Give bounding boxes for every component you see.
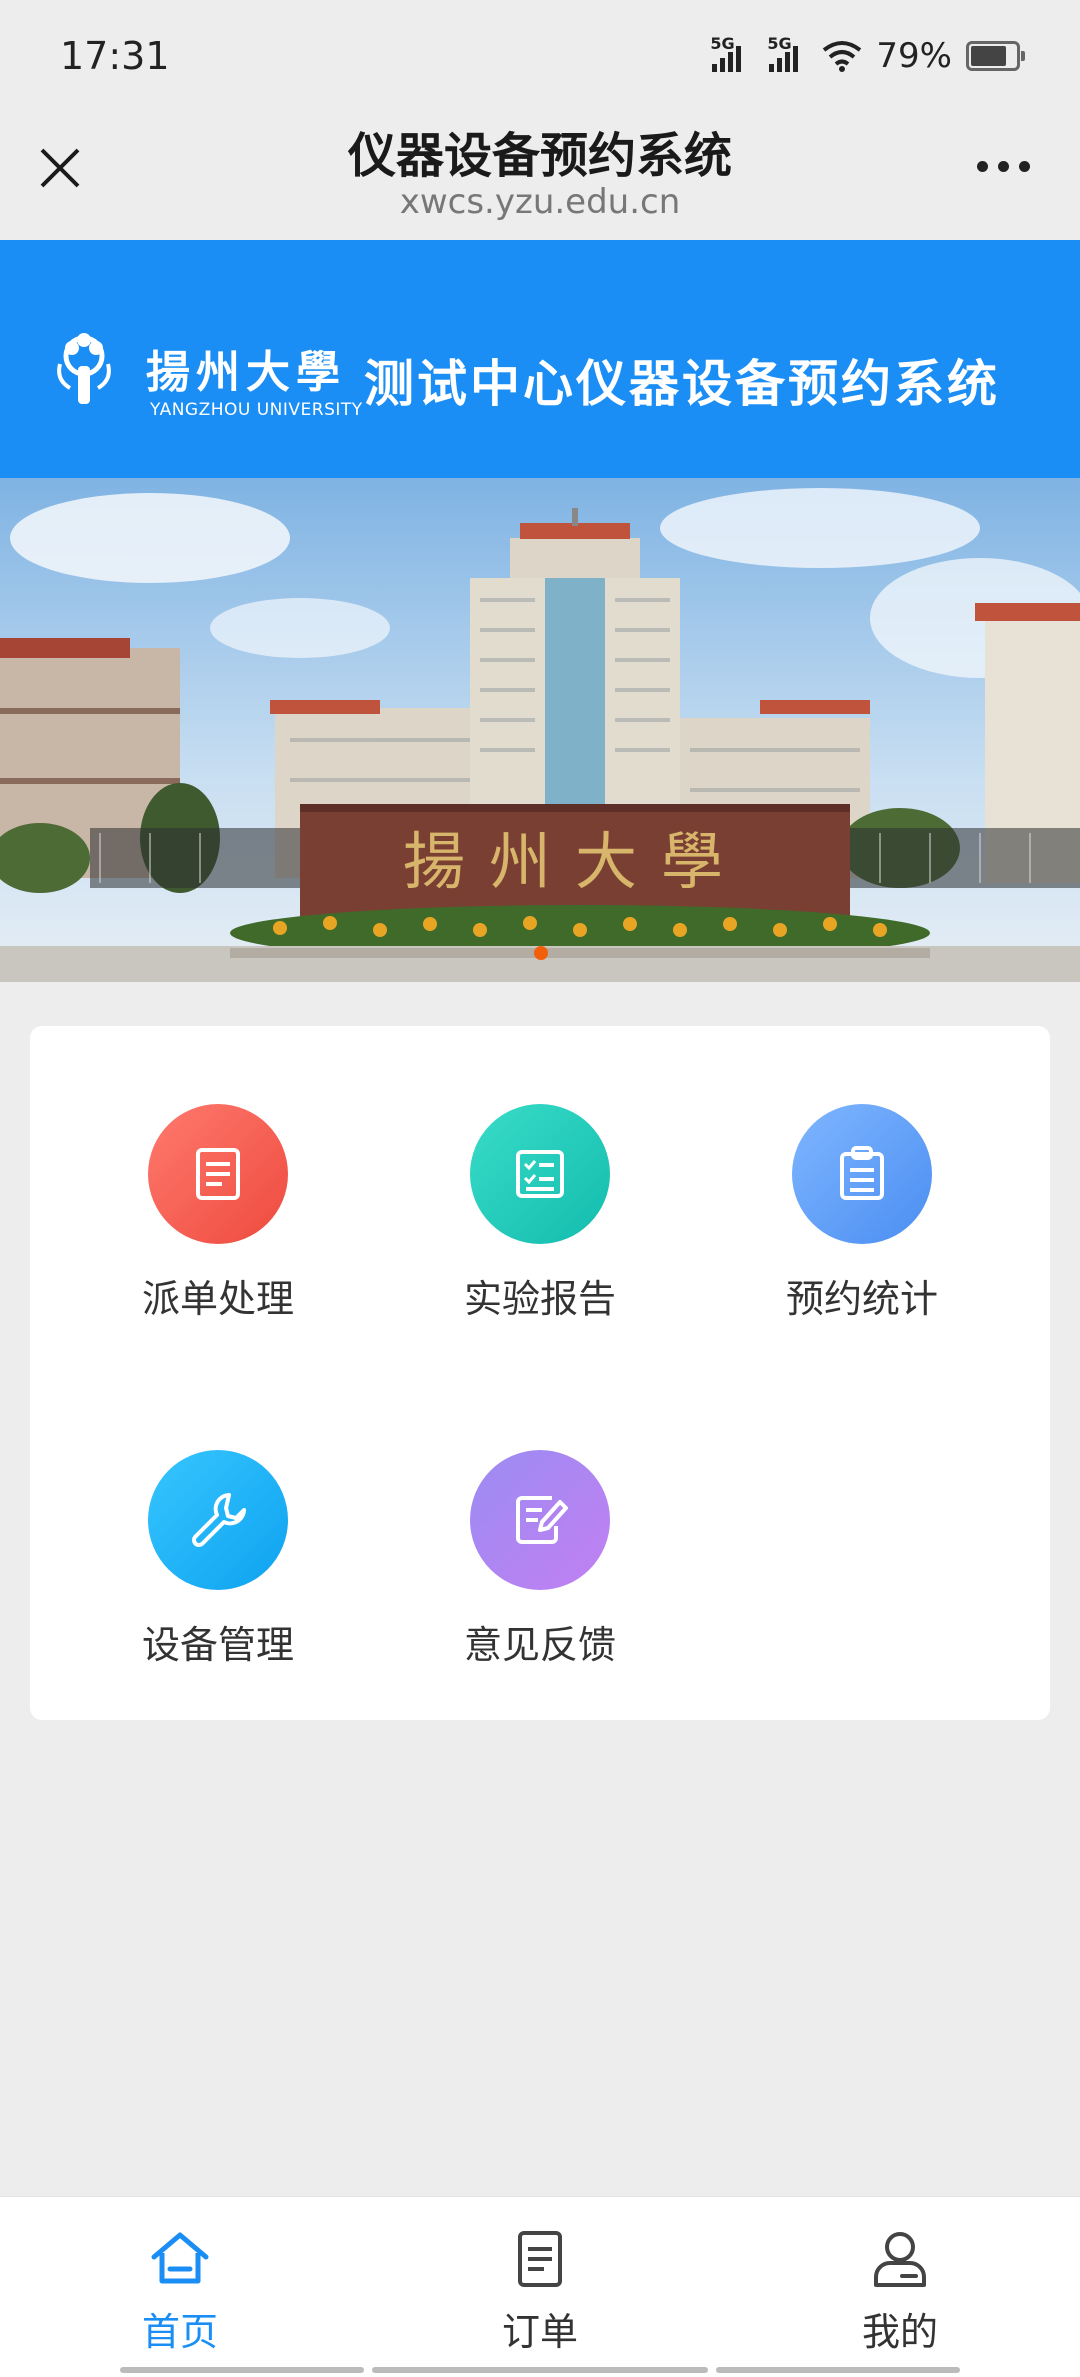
menu-label: 设备管理 [141,1623,294,1667]
menu-label: 预约统计 [785,1277,938,1321]
nav-orders[interactable]: 订单 [440,2227,640,2356]
gesture-bar [716,2367,960,2373]
home-icon [151,2232,209,2284]
university-name-cn: 揚州大學 [146,347,346,398]
menu-item-report[interactable]: 实验报告 [400,1104,680,1364]
status-time: 17:31 [60,34,170,78]
title-bar: 仪器设备预约系统 xwcs.yzu.edu.cn [0,110,1080,240]
menu-label: 意见反馈 [463,1623,616,1667]
menu-label: 实验报告 [463,1277,616,1321]
header-banner: 揚州大學 YANGZHOU UNIVERSITY 测试中心仪器设备预约系统 [0,240,1080,478]
nav-profile[interactable]: 我的 [800,2227,1000,2356]
wifi-icon [823,41,862,72]
checklist-icon [470,1104,610,1244]
university-name-en: YANGZHOU UNIVERSITY [150,400,363,420]
carousel-indicator[interactable] [534,946,548,960]
menu-item-dispatch[interactable]: 派单处理 [78,1104,358,1364]
nav-label: 首页 [141,2310,218,2354]
cell-signal-icon-2: 5G [767,34,799,72]
document-icon [148,1104,288,1244]
order-icon [518,2231,562,2287]
system-name: 测试中心仪器设备预约系统 [364,355,1000,413]
cell-signal-icon: 5G [710,34,742,72]
battery-percent: 79% [876,36,952,76]
status-icons: 5G 5G 79% [710,34,1025,76]
more-options-icon[interactable] [977,146,1030,186]
menu-item-equipment[interactable]: 设备管理 [78,1450,358,1710]
page-url: xwcs.yzu.edu.cn [399,182,681,222]
user-icon [874,2232,926,2287]
wrench-icon [148,1450,288,1590]
nav-label: 我的 [861,2310,938,2354]
nav-label: 订单 [501,2310,578,2354]
nav-home[interactable]: 首页 [80,2227,280,2356]
status-bar: 17:31 5G 5G 79% [0,0,1080,110]
university-logo [57,333,111,404]
menu-item-feedback[interactable]: 意见反馈 [400,1450,680,1710]
gesture-bar [372,2367,708,2373]
menu-item-statistics[interactable]: 预约统计 [722,1104,1002,1364]
campus-photo[interactable]: 揚州大學 [0,478,1080,982]
menu-label: 派单处理 [141,1277,294,1321]
page-title: 仪器设备预约系统 [347,128,732,184]
sign-text: 揚州大學 [403,825,747,898]
gesture-bar [120,2367,364,2373]
function-menu: 派单处理 实验报告 预约统计 设备管理 意见反馈 [30,1026,1050,1720]
bottom-nav: 首页 订单 我的 [0,2196,1080,2377]
battery-icon [966,41,1025,71]
clipboard-icon [792,1104,932,1244]
edit-note-icon [470,1450,610,1590]
